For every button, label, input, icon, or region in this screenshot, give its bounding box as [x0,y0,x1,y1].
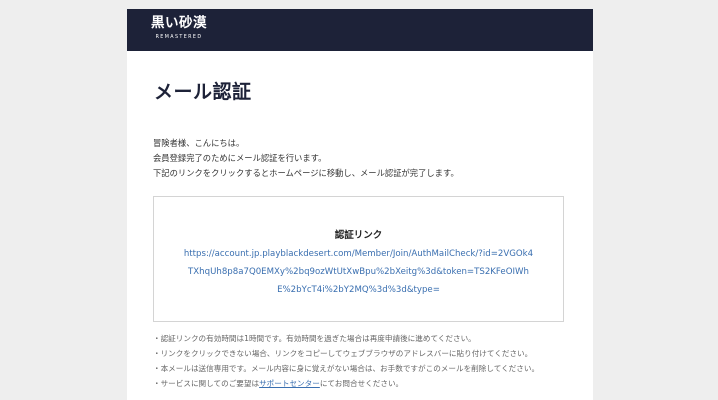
note-support: ・サービスに関してのご要望はサポートセンターにてお問合せください。 [153,376,539,391]
intro-line-purpose: 会員登録完了のためにメール認証を行います。 [153,153,327,163]
note-send-only: ・本メールは送信専用です。メール内容に身に覚えがない場合は、お手数ですがこのメー… [153,364,540,373]
logo-title: 黒い砂漠 [151,15,207,31]
auth-link-url-line[interactable]: E%2bYcT4i%2bY2MQ%3d%3d&type= [154,281,563,299]
note-copy-link: ・リンクをクリックできない場合、リンクをコピーしてウェブブラウザのアドレスバーに… [153,349,533,358]
intro-line-greeting: 冒険者様、こんにちは。 [153,138,245,148]
email-header: 黒い砂漠 REMASTERED [127,9,593,51]
intro-line-instruction: 下記のリンクをクリックするとホームページに移動し、メール認証が完了します。 [153,168,459,178]
notes-list: ・認証リンクの有効時間は1時間です。有効時間を過ぎた場合は再度申請後に進めてくだ… [153,331,539,391]
logo-subtitle: REMASTERED [155,35,203,40]
auth-link-url-line[interactable]: https://account.jp.playblackdesert.com/M… [154,245,563,263]
auth-link-box: 認証リンク https://account.jp.playblackdesert… [153,196,564,322]
auth-link-title: 認証リンク [334,230,383,241]
page-title: メール認証 [154,81,252,103]
note-expiry: ・認証リンクの有効時間は1時間です。有効時間を過ぎた場合は再度申請後に進めてくだ… [153,334,476,343]
auth-link-url[interactable]: https://account.jp.playblackdesert.com/M… [154,245,563,299]
note-support-prefix: ・サービスに関してのご要望は [153,379,260,388]
intro-text: 冒険者様、こんにちは。 会員登録完了のためにメール認証を行います。 下記のリンク… [153,136,459,181]
note-support-suffix: にてお問合せください。 [319,379,404,388]
auth-link-url-line[interactable]: TXhqUh8p8a7Q0EMXy%2bq9ozWtUtXwBpu%2bXeit… [154,263,563,281]
email-body: 黒い砂漠 REMASTERED メール認証 冒険者様、こんにちは。 会員登録完了… [127,9,593,400]
black-desert-logo: 黒い砂漠 REMASTERED [151,15,207,42]
support-center-link[interactable]: サポートセンター [259,379,320,388]
